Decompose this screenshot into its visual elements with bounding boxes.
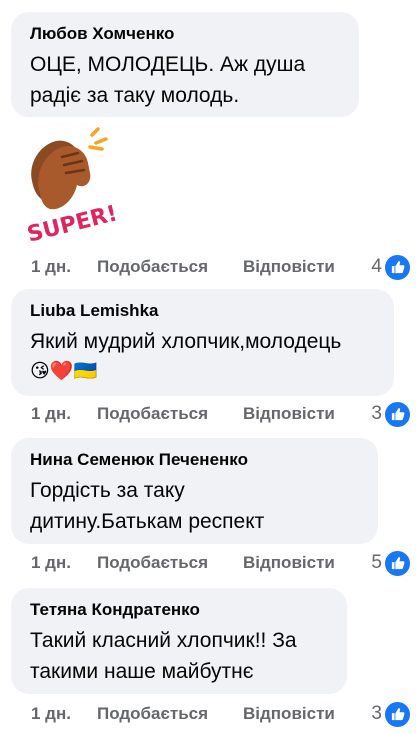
comment-time[interactable]: 1 дн. <box>31 703 97 725</box>
sticker-text: SUPER! <box>25 201 120 243</box>
comment-text: Який мудрий хлопчик,молодець <box>30 330 342 353</box>
comment-author[interactable]: Любов Хомченко <box>30 23 341 45</box>
like-button[interactable]: Подобається <box>97 552 243 574</box>
reply-button[interactable]: Відповісти <box>243 703 335 725</box>
comment-author[interactable]: Тетяна Кондратенко <box>30 599 329 621</box>
comment-bubble: Нина Семенюк Печененко Гордість за таку … <box>11 438 378 544</box>
super-clapping-sticker: SUPER! <box>25 127 120 243</box>
comment-actions: 1 дн. Подобається Відповісти <box>31 403 335 425</box>
reaction-count: 3 <box>371 403 382 424</box>
comment-author[interactable]: Liuba Lemishka <box>30 300 376 322</box>
like-reaction-icon <box>383 699 412 729</box>
reaction-summary[interactable]: 4 <box>371 252 412 282</box>
comment-actions: 1 дн. Подобається Відповісти <box>31 256 335 278</box>
reaction-summary[interactable]: 3 <box>371 399 412 429</box>
like-button[interactable]: Подобається <box>97 703 243 725</box>
reply-button[interactable]: Відповісти <box>243 552 335 574</box>
comment-text: ОЦЕ, МОЛОДЕЦЬ. Аж душа радіє за таку мол… <box>30 53 306 107</box>
like-reaction-icon <box>383 548 412 578</box>
comment-actions: 1 дн. Подобається Відповісти <box>31 703 335 725</box>
reaction-count: 5 <box>371 552 382 573</box>
like-reaction-icon <box>383 252 412 282</box>
comment-text: Такий класний хлопчик!! За такими наше м… <box>30 629 297 683</box>
comment-bubble: Любов Хомченко ОЦЕ, МОЛОДЕЦЬ. Аж душа ра… <box>11 12 359 117</box>
comment-actions: 1 дн. Подобається Відповісти <box>31 552 335 574</box>
reply-button[interactable]: Відповісти <box>243 403 335 425</box>
comment-emojis: 😘❤️🇺🇦 <box>30 361 98 382</box>
like-button[interactable]: Подобається <box>97 403 243 425</box>
reaction-count: 4 <box>371 256 382 277</box>
comment-time[interactable]: 1 дн. <box>31 552 97 574</box>
comment-author[interactable]: Нина Семенюк Печененко <box>30 449 360 471</box>
reaction-summary[interactable]: 5 <box>371 548 412 578</box>
comment-time[interactable]: 1 дн. <box>31 256 97 278</box>
comment-bubble: Тетяна Кондратенко Такий класний хлопчик… <box>11 588 347 694</box>
like-reaction-icon <box>383 399 412 429</box>
reaction-summary[interactable]: 3 <box>371 699 412 729</box>
reaction-count: 3 <box>371 703 382 724</box>
comment-text: Гордість за таку дитину.Батькам респект <box>30 479 265 533</box>
comment-time[interactable]: 1 дн. <box>31 403 97 425</box>
like-button[interactable]: Подобається <box>97 256 243 278</box>
comment-bubble: Liuba Lemishka Який мудрий хлопчик,молод… <box>11 289 394 396</box>
reply-button[interactable]: Відповісти <box>243 256 335 278</box>
